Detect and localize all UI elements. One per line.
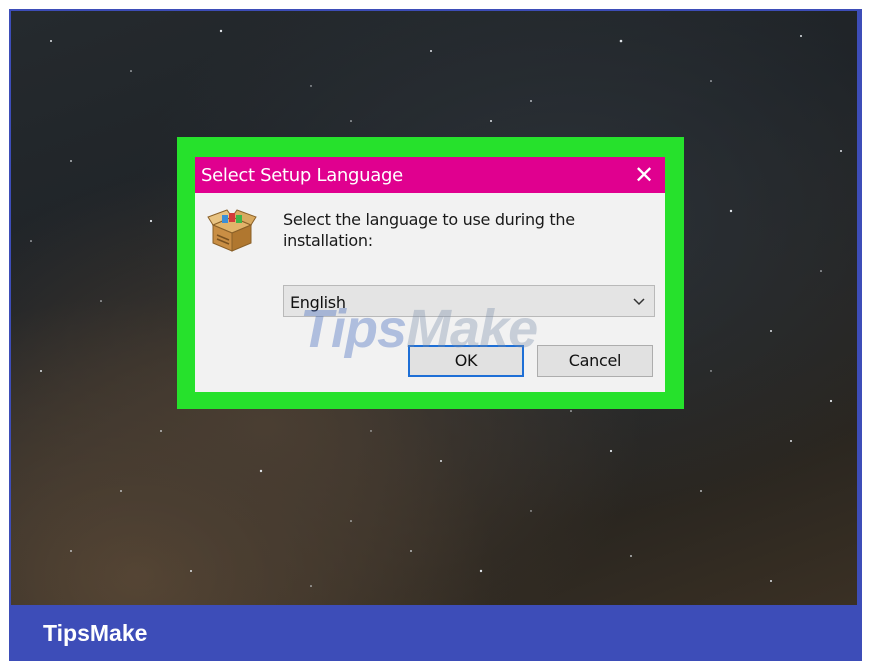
cancel-button[interactable]: Cancel [537,345,653,377]
setup-box-icon [207,209,257,252]
ok-button[interactable]: OK [408,345,524,377]
setup-language-dialog: Select Setup Language ✕ Select the langu… [195,157,665,392]
chevron-down-icon[interactable] [632,295,646,309]
close-icon[interactable]: ✕ [629,160,659,190]
dialog-prompt: Select the language to use during the in… [283,210,575,250]
language-select-value: English [290,293,346,312]
footer-brand: TipsMake [43,620,148,646]
dialog-titlebar[interactable]: Select Setup Language ✕ [195,157,665,193]
language-select[interactable]: English [283,285,655,317]
dialog-title: Select Setup Language [201,165,403,186]
